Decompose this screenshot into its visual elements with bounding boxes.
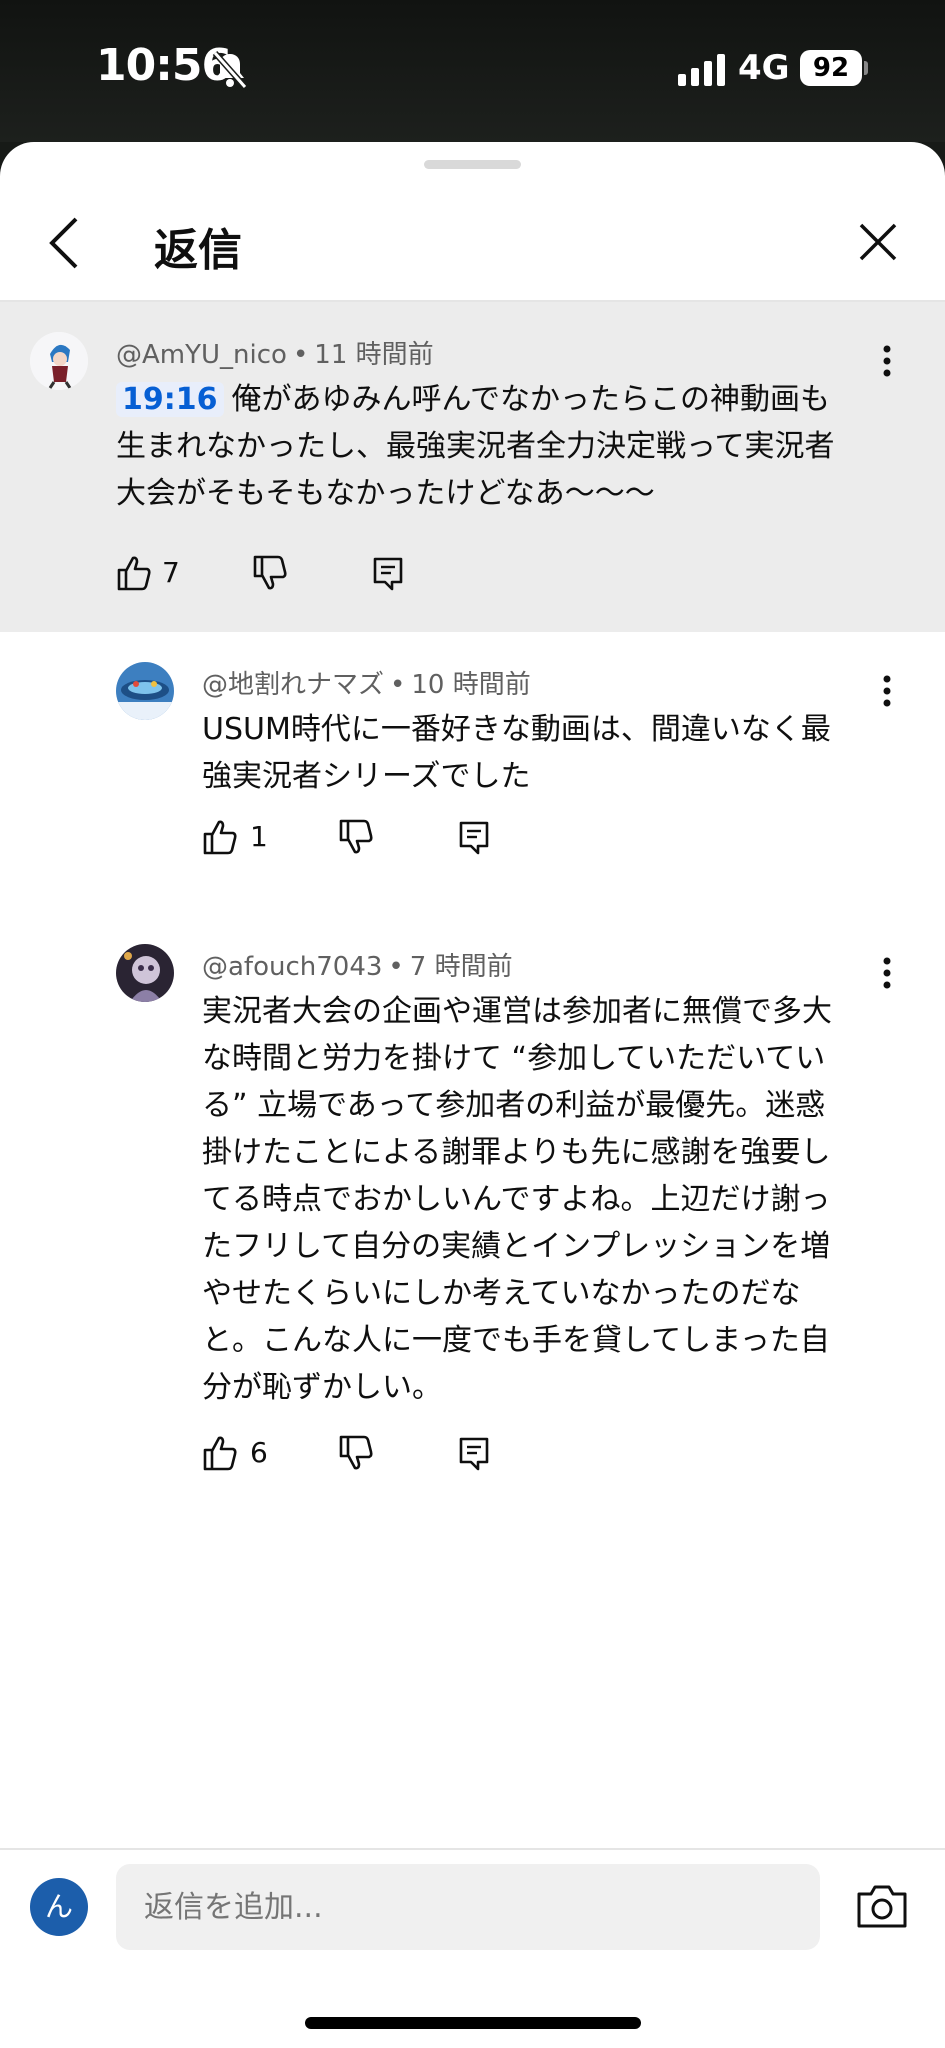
comment-author[interactable]: @afouch7043 xyxy=(202,952,382,982)
like-count: 1 xyxy=(250,820,268,853)
dislike-icon[interactable] xyxy=(338,818,374,856)
composer-divider xyxy=(0,1848,945,1850)
comment-author[interactable]: @AmYU_nico xyxy=(116,340,287,370)
comment-actions: 1 xyxy=(202,818,522,862)
avatar[interactable] xyxy=(116,944,174,1002)
comment-line: 分が恥ずかしい。 xyxy=(202,1370,442,1405)
comment-line: 実況者大会の企画や運営は参加者に無償で多大 xyxy=(202,994,832,1029)
replies-sheet: 返信 @AmYU_nico • 11 時間前 19:16 俺があゆみん呼んでなかったら… xyxy=(0,142,945,2048)
comment-line: 掛けたことによる謝罪よりも先に感謝を強要し xyxy=(202,1135,831,1170)
like-icon[interactable] xyxy=(202,818,238,856)
comment-meta: @afouch7043 • 7 時間前 xyxy=(202,952,513,982)
comment-line: やせたくらいにしか考えていなかったのだな xyxy=(202,1276,801,1311)
more-vert-icon[interactable] xyxy=(882,956,892,990)
avatar[interactable] xyxy=(30,332,88,390)
status-bar: 10:56 4G 92 xyxy=(0,0,945,142)
comment-text: 実況者大会の企画や運営は参加者に無償で多大 な時間と労力を掛けて “参加していた… xyxy=(202,988,912,1411)
comment-line: USUM時代に一番好きな動画は、間違いなく最 xyxy=(202,712,831,747)
comment-age: 7 時間前 xyxy=(409,952,513,982)
comment-author[interactable]: @地割れナマズ xyxy=(202,670,384,700)
battery-icon xyxy=(864,61,868,75)
comment-line: な時間と労力を掛けて “参加していただいてい xyxy=(202,1041,826,1076)
comment-line: 大会がそもそもなかったけどなあ〜〜〜 xyxy=(116,476,655,511)
avatar-image xyxy=(116,944,174,1002)
reply-icon[interactable] xyxy=(458,1436,490,1472)
like-icon[interactable] xyxy=(202,1434,238,1472)
comment-actions: 6 xyxy=(202,1434,522,1478)
avatar-image xyxy=(116,662,174,720)
page-title: 返信 xyxy=(154,225,242,276)
reply-icon[interactable] xyxy=(372,556,404,592)
more-vert-icon[interactable] xyxy=(882,344,892,378)
comment-age: 11 時間前 xyxy=(314,340,434,370)
network-type: 4G xyxy=(738,48,790,88)
timestamp-link[interactable]: 19:16 xyxy=(116,382,224,417)
comment-line: たフリして自分の実績とインプレッションを増 xyxy=(202,1229,831,1264)
comment-line: てる時点でおかしいんですよね。上辺だけ謝っ xyxy=(202,1182,831,1217)
like-icon[interactable] xyxy=(116,554,152,592)
comment-text: USUM時代に一番好きな動画は、間違いなく最 強実況者シリーズでした xyxy=(202,706,912,800)
more-vert-icon[interactable] xyxy=(882,674,892,708)
dislike-icon[interactable] xyxy=(252,554,288,592)
camera-icon[interactable] xyxy=(856,1882,908,1930)
comment-line: る” 立場であって参加者の利益が最優先。迷惑 xyxy=(202,1088,826,1123)
status-time: 10:56 xyxy=(96,40,232,91)
my-avatar: ん xyxy=(30,1878,88,1936)
reply-comment: @afouch7043 • 7 時間前 実況者大会の企画や運営は参加者に無償で多大 … xyxy=(0,914,945,1634)
comment-actions: 7 xyxy=(116,554,436,598)
close-icon[interactable] xyxy=(858,222,898,262)
avatar[interactable] xyxy=(116,662,174,720)
signal-icon xyxy=(678,54,725,86)
comment-line: 強実況者シリーズでした xyxy=(202,759,531,794)
dislike-icon[interactable] xyxy=(338,1434,374,1472)
comment-line: 生まれなかったし、最強実況者全力決定戦って実況者 xyxy=(116,429,835,464)
comment-line: と。こんな人に一度でも手を貸してしまった自 xyxy=(202,1323,830,1358)
comment-text: 19:16 俺があゆみん呼んでなかったらこの神動画も 生まれなかったし、最強実況者… xyxy=(116,376,906,517)
comment-line: 俺があゆみん呼んでなかったらこの神動画も xyxy=(231,382,831,417)
reply-icon[interactable] xyxy=(458,820,490,856)
reply-comment: @地割れナマズ • 10 時間前 USUM時代に一番好きな動画は、間違いなく最 強実… xyxy=(0,632,945,872)
reply-input[interactable] xyxy=(116,1864,820,1950)
like-count: 6 xyxy=(250,1436,268,1469)
home-indicator[interactable] xyxy=(305,2017,641,2029)
bell-slash-icon xyxy=(212,51,248,89)
comment-age: 10 時間前 xyxy=(411,670,531,700)
comment-meta: @AmYU_nico • 11 時間前 xyxy=(116,340,434,370)
like-count: 7 xyxy=(162,556,180,589)
avatar-image xyxy=(30,332,88,390)
comment-meta: @地割れナマズ • 10 時間前 xyxy=(202,670,531,700)
back-chevron-icon[interactable] xyxy=(46,215,86,271)
battery-level: 92 xyxy=(800,50,862,86)
sheet-grabber[interactable] xyxy=(424,160,521,169)
parent-comment: @AmYU_nico • 11 時間前 19:16 俺があゆみん呼んでなかったらこの神… xyxy=(0,302,945,632)
